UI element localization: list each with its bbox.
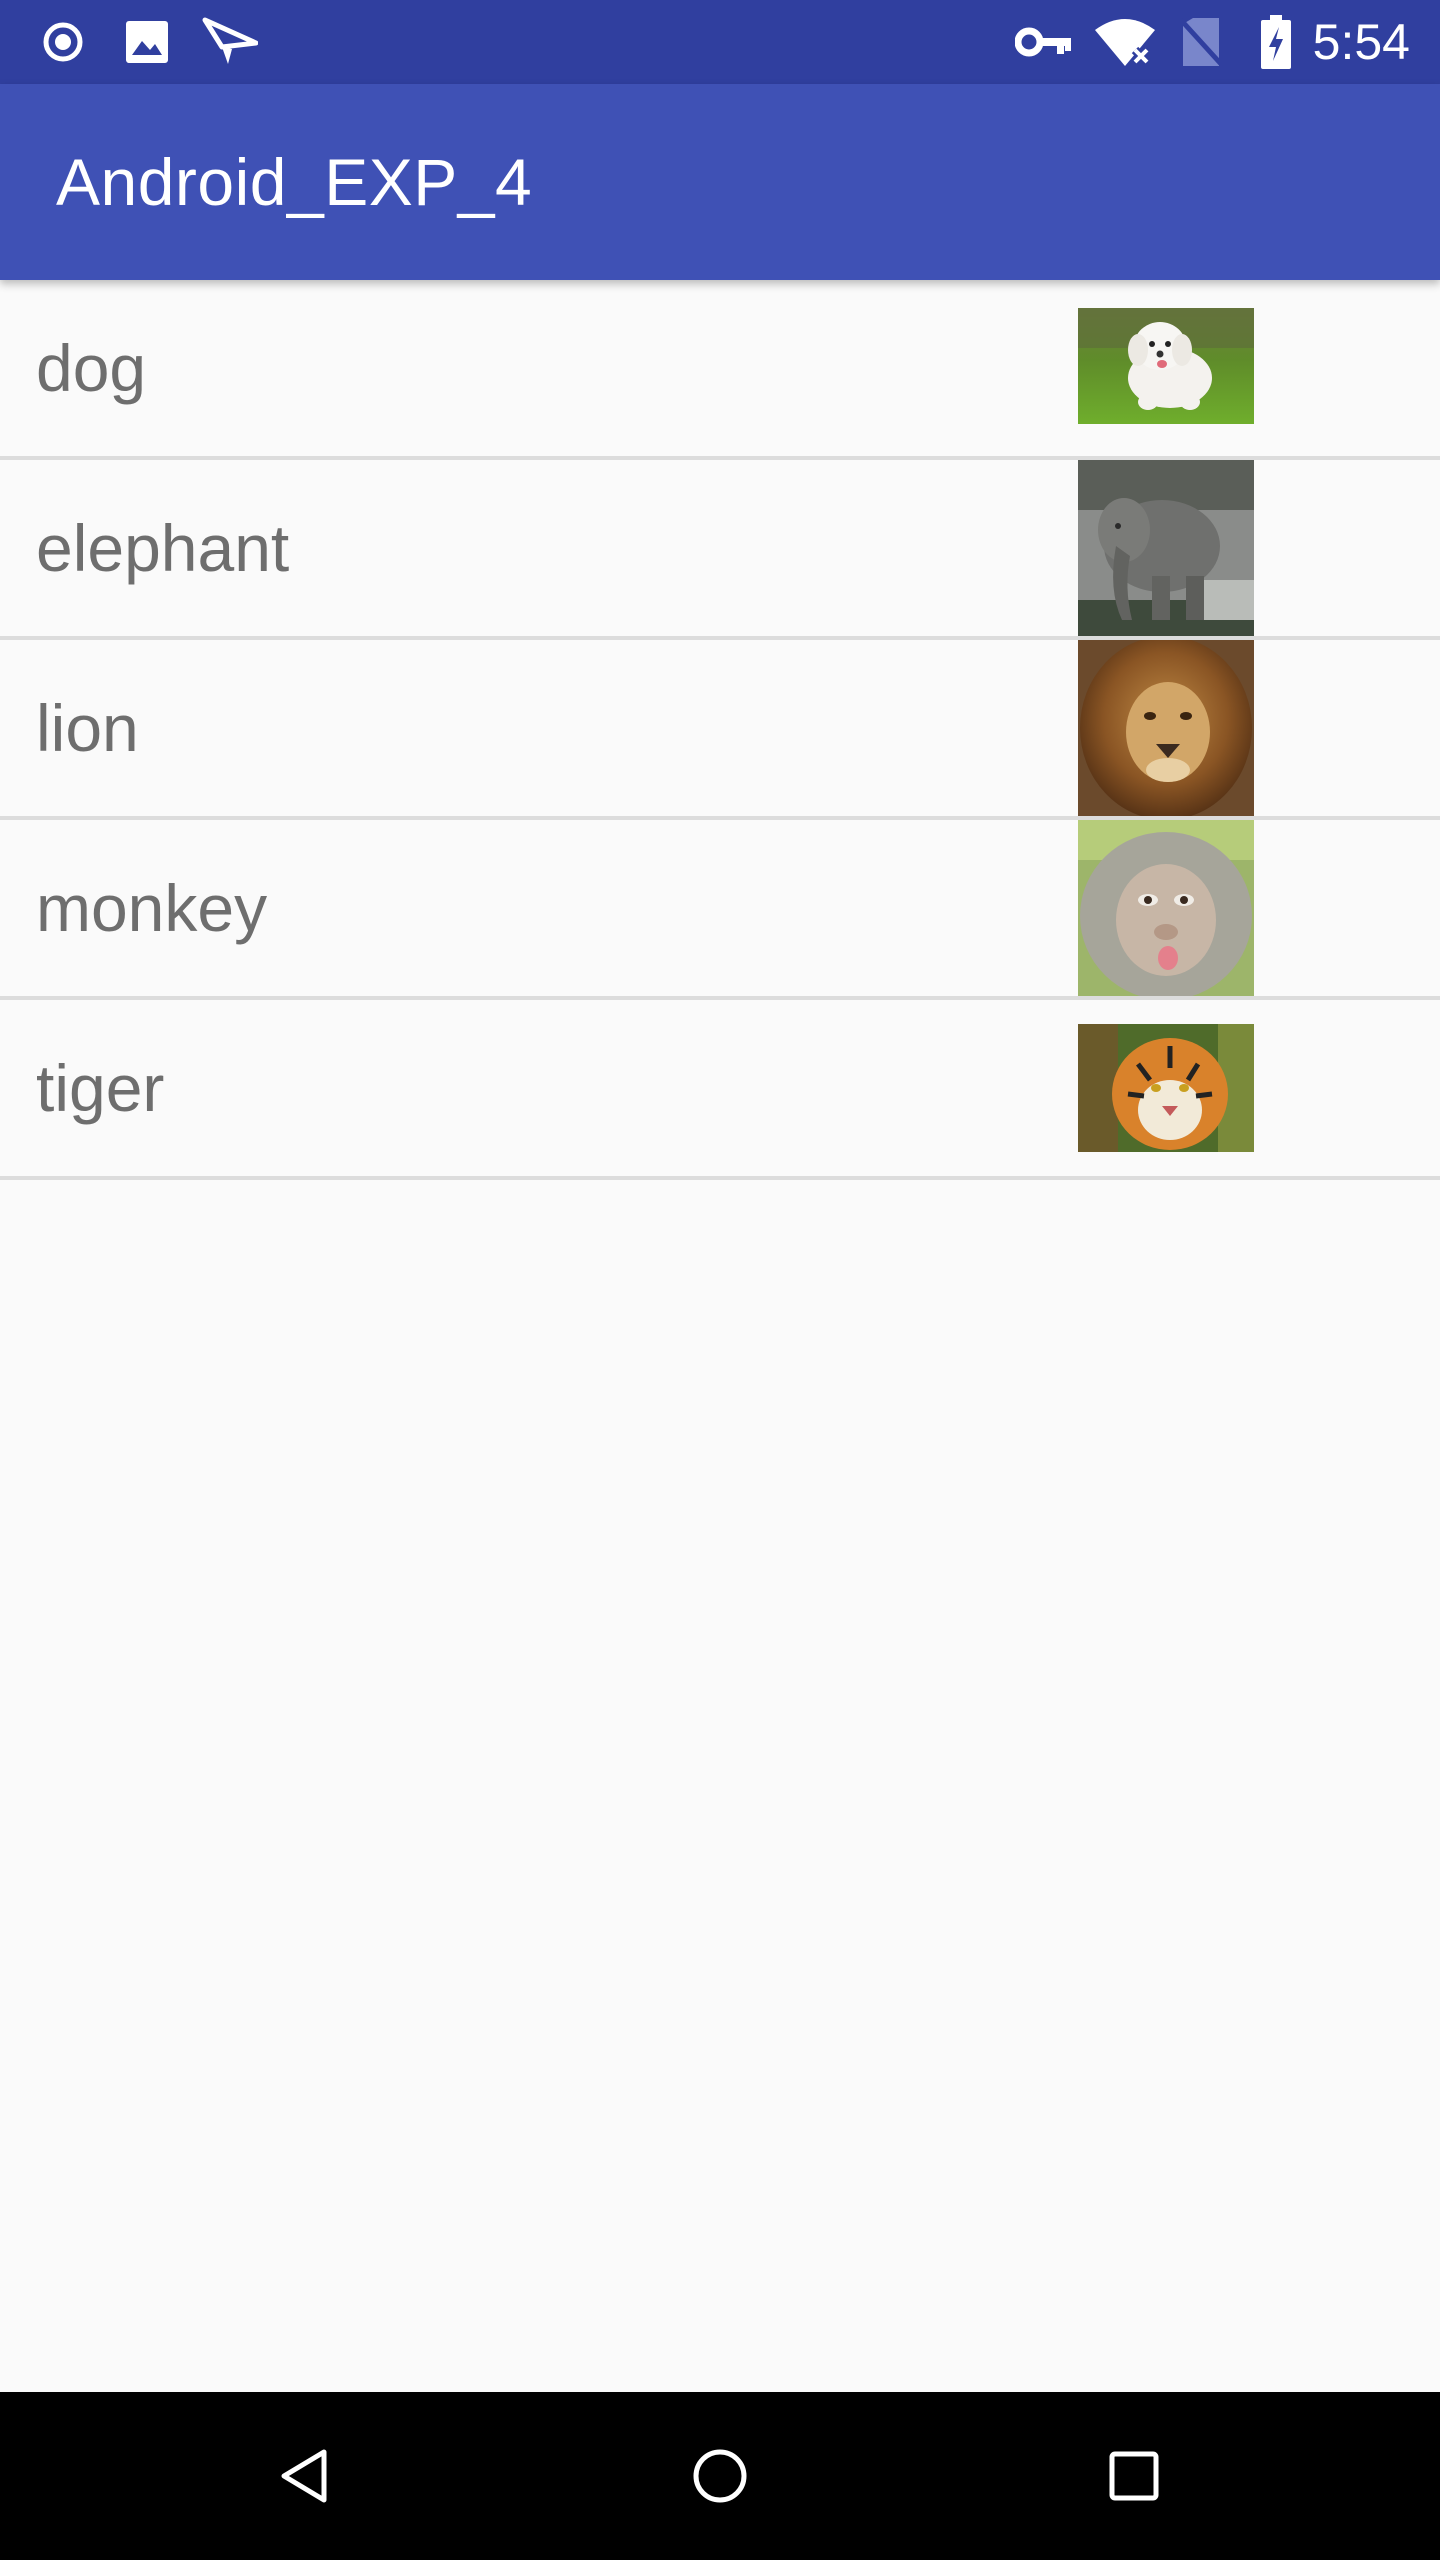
home-button[interactable] — [620, 2392, 820, 2560]
back-button[interactable] — [204, 2392, 404, 2560]
list-item-label: tiger — [36, 1051, 165, 1125]
tiger-thumbnail — [1078, 1024, 1254, 1152]
elephant-thumbnail — [1078, 460, 1254, 636]
back-icon — [281, 2449, 327, 2503]
list-item-lion[interactable]: lion — [0, 640, 1440, 820]
list-item-elephant[interactable]: elephant — [0, 460, 1440, 640]
dog-thumbnail — [1078, 308, 1254, 424]
list-item-label: dog — [36, 331, 147, 405]
no-sim-icon — [1176, 0, 1226, 84]
radio-button-icon — [38, 0, 88, 84]
list-item-monkey[interactable]: monkey — [0, 820, 1440, 1000]
battery-charging-icon — [1256, 0, 1296, 84]
vpn-key-icon — [1014, 0, 1074, 84]
send-icon — [200, 0, 260, 84]
recents-button[interactable] — [1034, 2392, 1234, 2560]
screen: 5:54 Android_EXP_4 dog elephant lion mon… — [0, 0, 1440, 2560]
list-item-dog[interactable]: dog — [0, 280, 1440, 460]
list-item-label: monkey — [36, 871, 268, 945]
recents-icon — [1109, 2451, 1159, 2501]
animal-list: dog elephant lion monkey tiger — [0, 280, 1440, 1180]
image-icon — [122, 0, 172, 84]
wifi-no-internet-icon — [1092, 0, 1158, 84]
app-title: Android_EXP_4 — [56, 145, 533, 219]
status-bar: 5:54 — [0, 0, 1440, 84]
list-item-tiger[interactable]: tiger — [0, 1000, 1440, 1180]
navigation-bar — [0, 2392, 1440, 2560]
list-item-label: elephant — [36, 511, 290, 585]
home-icon — [693, 2449, 747, 2503]
list-item-label: lion — [36, 691, 139, 765]
app-bar: Android_EXP_4 — [0, 84, 1440, 280]
monkey-thumbnail — [1078, 820, 1254, 996]
status-time: 5:54 — [1312, 14, 1410, 70]
lion-thumbnail — [1078, 640, 1254, 816]
